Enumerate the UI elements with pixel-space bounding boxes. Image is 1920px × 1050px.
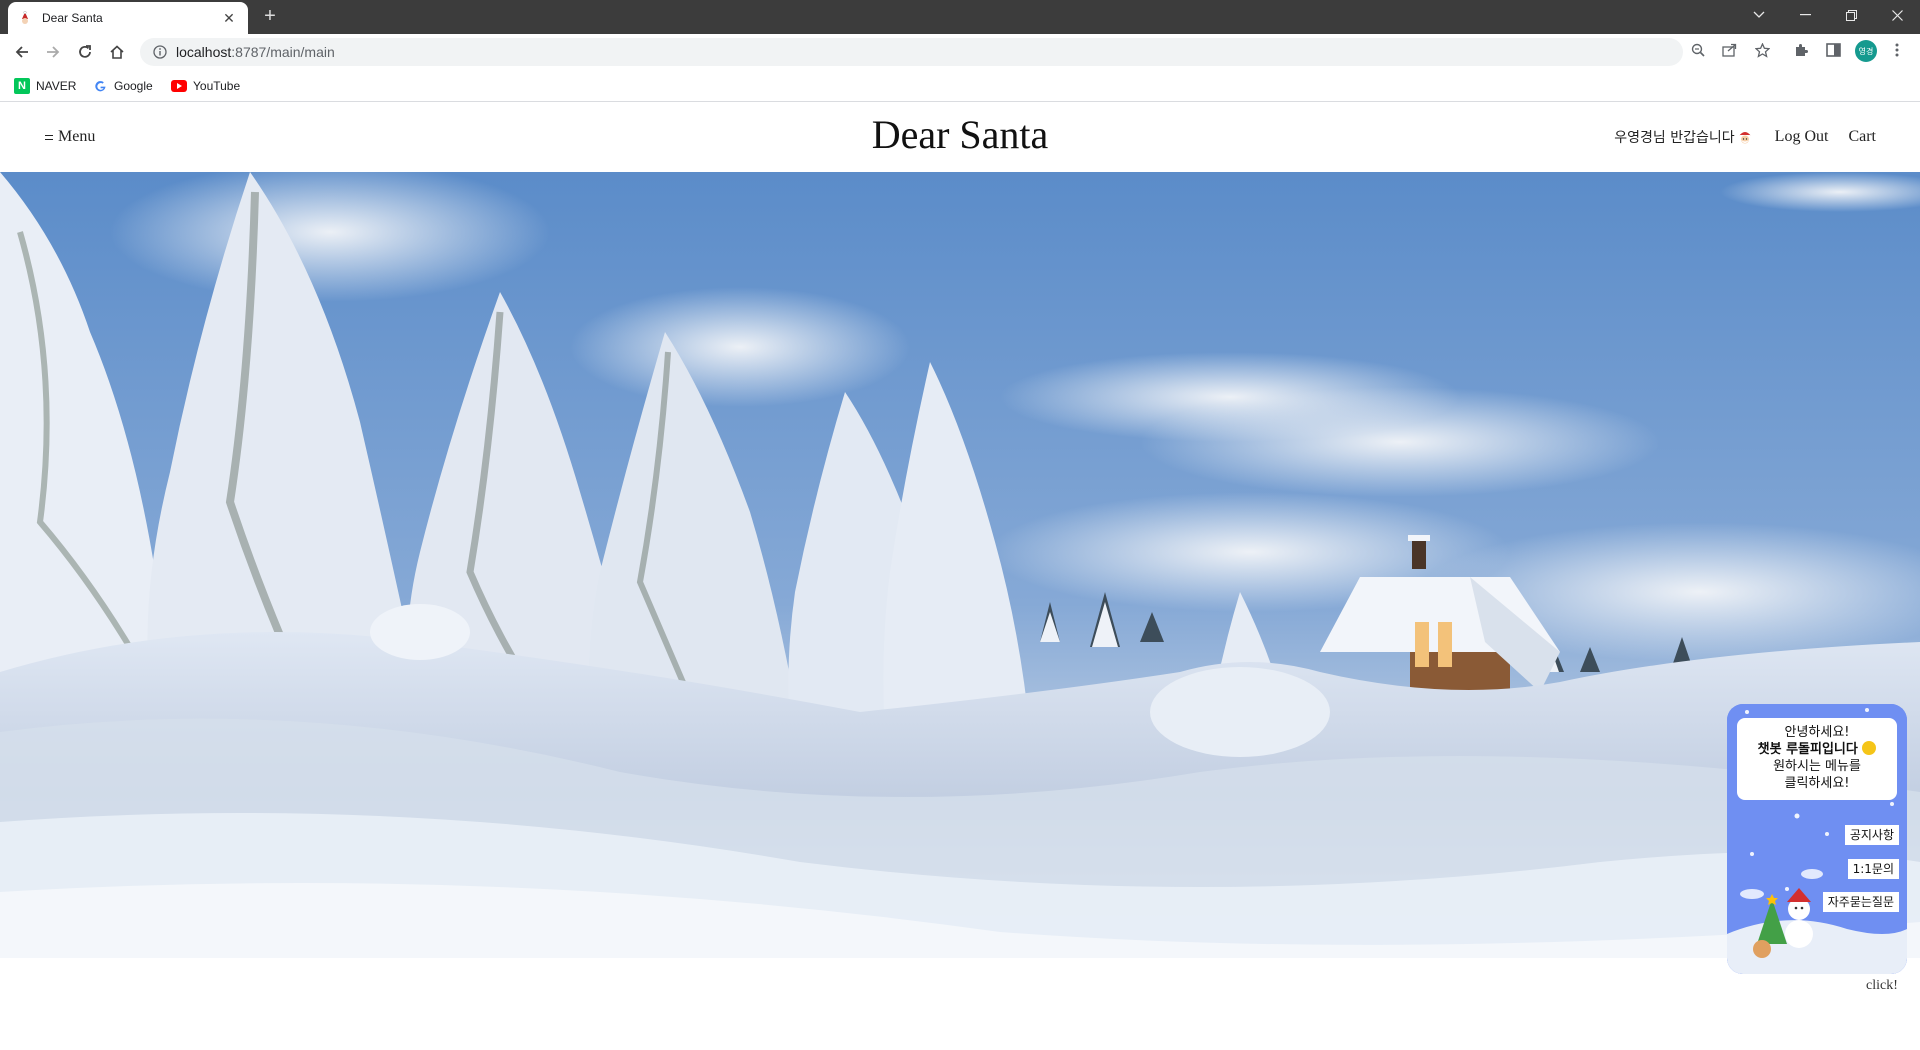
santa-face-icon [1738, 132, 1751, 144]
minimize-button[interactable] [1782, 0, 1828, 30]
bookmark-label: NAVER [36, 79, 77, 93]
user-greeting: 우영경님 반갑습니다 [1614, 127, 1752, 147]
home-icon[interactable] [105, 40, 129, 64]
bookmark-label: YouTube [193, 79, 241, 93]
url-path: :8787/main/main [231, 44, 335, 60]
bookmark-youtube[interactable]: YouTube [171, 76, 240, 96]
extensions-puzzle-icon[interactable] [1791, 40, 1811, 60]
browser-toolbar: localhost:8787/main/main 영경 [0, 34, 1920, 70]
new-tab-button[interactable]: + [258, 5, 282, 29]
santa-favicon-icon [18, 10, 32, 26]
site-header: Menu Dear Santa 우영경님 반갑습니다 Log Out Cart [0, 103, 1920, 172]
header-user-nav: 우영경님 반갑습니다 Log Out Cart [1614, 127, 1876, 147]
chatbot-widget[interactable]: 안녕하세요! 챗봇 루돌피입니다 원하시는 메뉴를 클릭하세요! 공지사항 1:… [1727, 704, 1907, 974]
tab-close-icon[interactable]: ✕ [220, 10, 238, 27]
chatbot-inquiry-button[interactable]: 1:1문의 [1847, 859, 1899, 879]
smiley-icon [1862, 741, 1877, 755]
chatbot-greeting-bubble: 안녕하세요! 챗봇 루돌피입니다 원하시는 메뉴를 클릭하세요! [1737, 718, 1897, 800]
bookmark-google[interactable]: Google [92, 76, 153, 96]
logout-link[interactable]: Log Out [1775, 128, 1829, 146]
side-panel-icon[interactable] [1823, 40, 1843, 60]
bookmarks-bar: N NAVER Google YouTube [0, 70, 1920, 102]
bookmark-label: Google [114, 79, 153, 93]
greeting-line-2: 챗봇 루돌피입니다 [1757, 742, 1858, 757]
zoom-icon[interactable] [1688, 40, 1708, 60]
tab-search-icon[interactable] [1736, 0, 1782, 30]
kebab-menu-icon[interactable] [1887, 40, 1907, 60]
hero-snow-landscape-image [0, 172, 1920, 958]
chatbot-notice-button[interactable]: 공지사항 [1844, 825, 1899, 845]
cart-link[interactable]: Cart [1848, 128, 1876, 146]
bookmark-naver[interactable]: N NAVER [14, 76, 76, 96]
browser-tab-strip: Dear Santa ✕ + [0, 0, 1920, 34]
profile-avatar[interactable]: 영경 [1855, 40, 1877, 62]
youtube-icon [171, 78, 187, 94]
share-icon[interactable] [1719, 40, 1739, 60]
close-window-button[interactable] [1874, 0, 1920, 30]
reload-icon[interactable] [73, 40, 97, 64]
greeting-text: 우영경님 반갑습니다 [1614, 130, 1735, 146]
greeting-line-4: 클릭하세요! [1784, 776, 1850, 791]
browser-tab[interactable]: Dear Santa ✕ [8, 2, 248, 34]
greeting-line-1: 안녕하세요! [1784, 725, 1850, 740]
restore-button[interactable] [1828, 0, 1874, 30]
naver-icon: N [14, 78, 30, 94]
tab-title: Dear Santa [42, 11, 103, 25]
bookmark-star-icon[interactable] [1752, 40, 1772, 60]
address-bar[interactable]: localhost:8787/main/main [140, 38, 1683, 66]
greeting-line-3: 원하시는 메뉴를 [1773, 759, 1861, 774]
url-host: localhost [176, 44, 232, 60]
chatbot-faq-button[interactable]: 자주묻는질문 [1822, 892, 1899, 912]
chatbot-click-label[interactable]: click! [1866, 978, 1898, 994]
site-info-icon[interactable] [152, 44, 168, 60]
back-arrow-icon[interactable] [10, 40, 34, 64]
google-icon [92, 78, 108, 94]
forward-arrow-icon[interactable] [41, 40, 65, 64]
